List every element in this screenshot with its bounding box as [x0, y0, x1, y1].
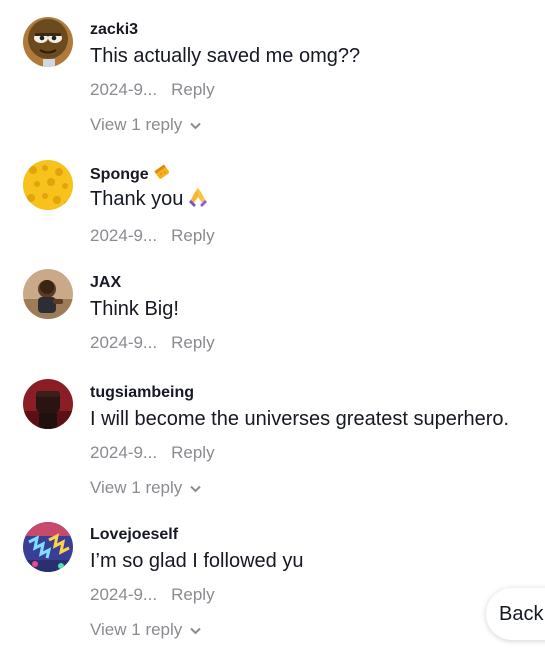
- avatar[interactable]: [23, 160, 73, 210]
- yellow-sponge-avatar-icon: [23, 160, 73, 210]
- comment-text-content: Thank you: [90, 188, 184, 210]
- view-replies-button[interactable]: View 1 reply: [90, 477, 535, 499]
- username[interactable]: Lovejoeself: [90, 525, 535, 545]
- username-text: Sponge: [90, 166, 149, 183]
- graffiti-avatar-icon: [23, 522, 73, 572]
- fist-avatar-icon: [23, 379, 73, 429]
- comment-date: 2024-9...: [90, 333, 158, 352]
- comment-date: 2024-9...: [90, 80, 158, 99]
- reply-button[interactable]: Reply: [171, 80, 214, 99]
- comment-meta: 2024-9... Reply: [90, 584, 535, 606]
- comment-meta: 2024-9... Reply: [90, 332, 535, 354]
- child-photo-avatar-icon: [23, 269, 73, 319]
- view-replies-label: View 1 reply: [90, 115, 183, 134]
- comment-text: I’m so glad I followed yu: [90, 550, 304, 572]
- comment-text: Think Big!: [90, 298, 179, 320]
- chevron-down-icon: [190, 477, 202, 499]
- sponge-emoji-icon: [153, 163, 171, 187]
- avatar[interactable]: [23, 269, 73, 319]
- reply-button[interactable]: Reply: [171, 585, 214, 604]
- chevron-down-icon: [190, 114, 202, 136]
- comment-date: 2024-9...: [90, 585, 158, 604]
- comment-date: 2024-9...: [90, 226, 158, 245]
- comment-meta: 2024-9... Reply: [90, 442, 535, 464]
- username[interactable]: Sponge: [90, 163, 535, 183]
- reply-button[interactable]: Reply: [171, 333, 214, 352]
- avatar[interactable]: [23, 17, 73, 67]
- view-replies-button[interactable]: View 1 reply: [90, 619, 535, 641]
- username[interactable]: tugsiambeing: [90, 383, 535, 403]
- comment-date: 2024-9...: [90, 443, 158, 462]
- reply-button[interactable]: Reply: [171, 443, 214, 462]
- comment-text: Thank you: [90, 186, 535, 215]
- chevron-down-icon: [190, 619, 202, 641]
- view-replies-label: View 1 reply: [90, 478, 183, 497]
- username[interactable]: JAX: [90, 273, 535, 293]
- comment-meta: 2024-9... Reply: [90, 225, 535, 247]
- view-replies-label: View 1 reply: [90, 620, 183, 639]
- comment-meta: 2024-9... Reply: [90, 79, 535, 101]
- view-replies-button[interactable]: View 1 reply: [90, 114, 535, 136]
- username[interactable]: zacki3: [90, 20, 535, 40]
- folded-hands-emoji-icon: [187, 186, 209, 215]
- comment-text: I will become the universes greatest sup…: [90, 408, 510, 430]
- avatar[interactable]: [23, 379, 73, 429]
- cartoon-face-avatar-icon: [23, 17, 73, 67]
- avatar[interactable]: [23, 522, 73, 572]
- comments-panel: zacki3 This actually saved me omg?? 2024…: [0, 0, 545, 667]
- comment-text: This actually saved me omg??: [90, 45, 361, 67]
- reply-button[interactable]: Reply: [171, 226, 214, 245]
- back-button[interactable]: Back: [486, 588, 545, 640]
